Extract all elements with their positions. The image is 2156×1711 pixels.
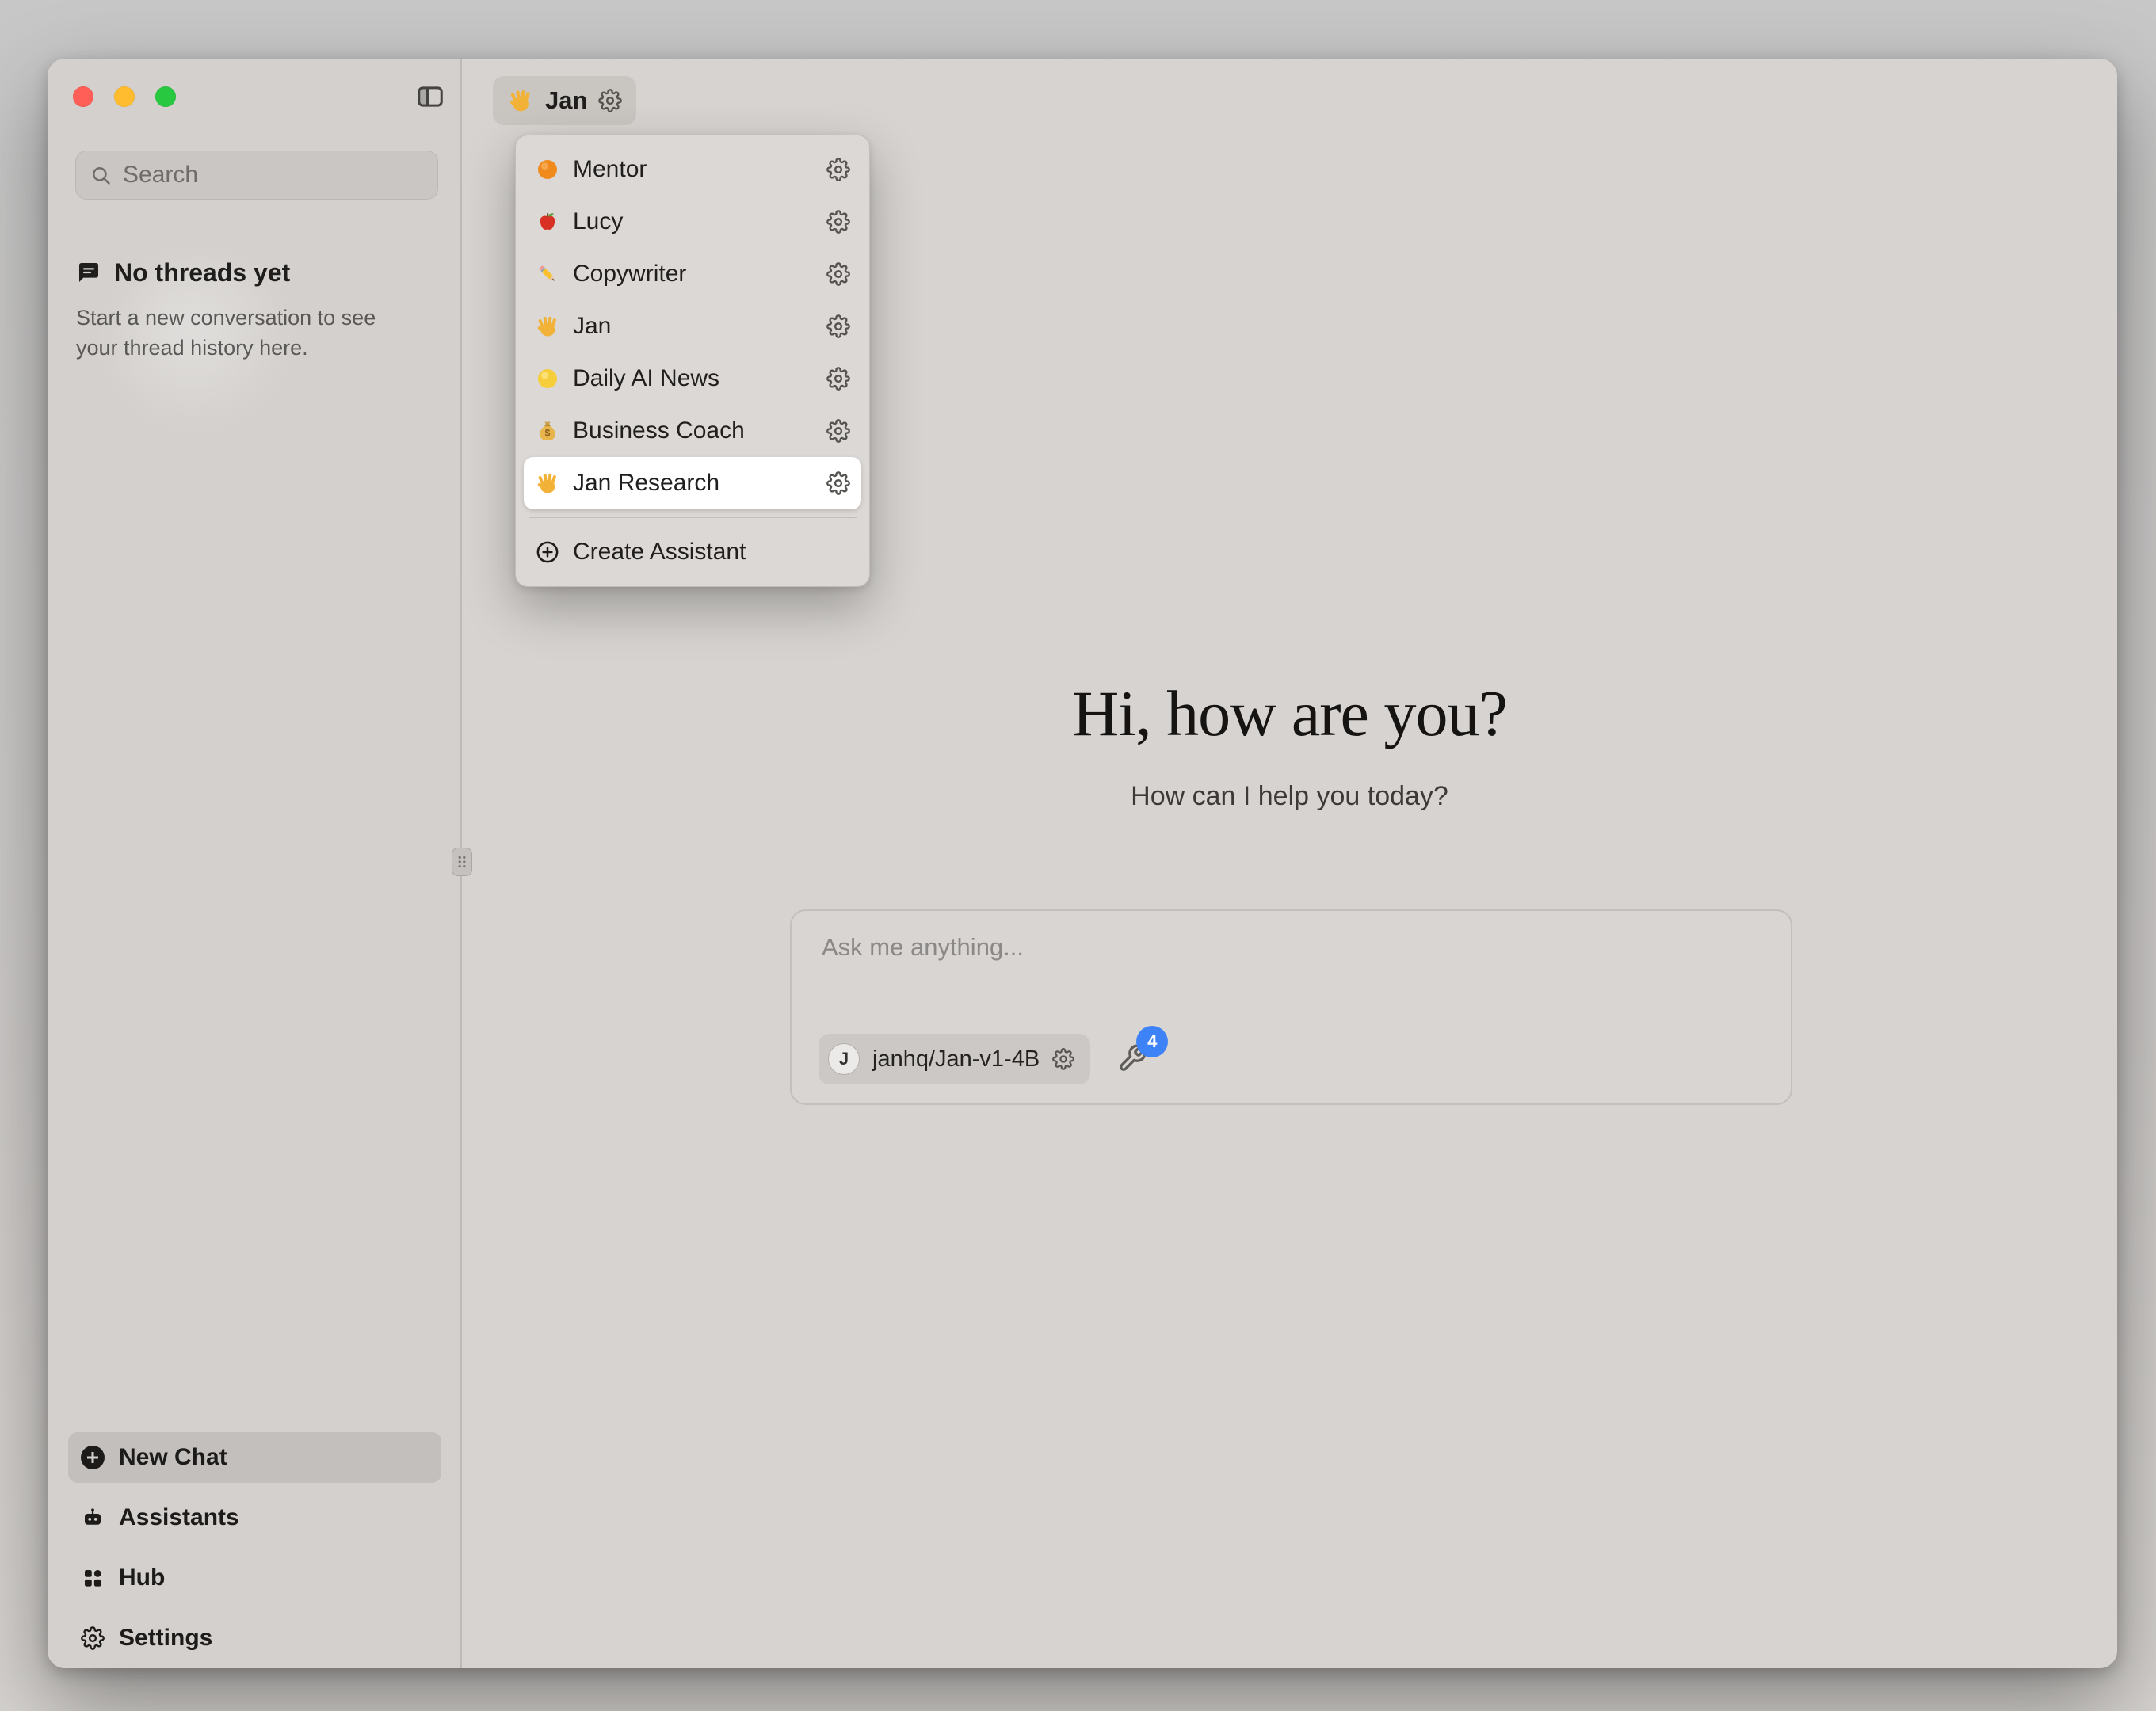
sidebar: No threads yet Start a new conversation …	[48, 59, 462, 1668]
desktop-background: No threads yet Start a new conversation …	[0, 0, 2156, 1711]
sidebar-resize-handle[interactable]	[452, 848, 472, 876]
model-selector[interactable]: J janhq/Jan-v1-4B	[819, 1034, 1090, 1084]
greeting-subtitle: How can I help you today?	[462, 781, 2117, 812]
close-button[interactable]	[73, 86, 93, 107]
sidebar-item-label: Assistants	[119, 1504, 239, 1531]
sidebar-toggle-button[interactable]	[415, 82, 445, 112]
main-area: Jan Mentor Lucy Copywriter	[462, 59, 2117, 1668]
menu-item-label: Jan	[573, 313, 814, 340]
menu-item-label: Daily AI News	[573, 365, 814, 392]
assistant-settings-icon[interactable]	[826, 314, 850, 338]
sidebar-item-settings[interactable]: Settings	[68, 1613, 441, 1663]
current-assistant-name: Jan	[545, 86, 587, 115]
assistant-menu-item-jan-research[interactable]: Jan Research	[524, 457, 861, 509]
plus-circle-icon	[81, 1446, 105, 1469]
assistant-settings-icon[interactable]	[826, 262, 850, 286]
menu-divider	[529, 517, 857, 518]
menu-item-label: Mentor	[573, 156, 814, 183]
wave-icon	[535, 471, 560, 496]
empty-threads-state: No threads yet Start a new conversation …	[76, 255, 417, 364]
plus-circle-icon	[535, 539, 560, 565]
assistant-settings-icon[interactable]	[826, 210, 850, 234]
composer: J janhq/Jan-v1-4B 4	[790, 909, 1792, 1105]
menu-item-label: Business Coach	[573, 417, 814, 444]
sidebar-item-hub[interactable]: Hub	[68, 1553, 441, 1603]
assistant-selector[interactable]: Jan	[493, 76, 636, 125]
tools-count-badge: 4	[1136, 1026, 1168, 1057]
composer-input[interactable]	[822, 933, 1761, 1020]
search-field[interactable]	[75, 151, 438, 200]
greeting: Hi, how are you? How can I help you toda…	[462, 676, 2117, 812]
menu-item-label: Jan Research	[573, 470, 814, 497]
assistant-menu-item-lucy[interactable]: Lucy	[524, 196, 861, 248]
tools-button[interactable]: 4	[1117, 1043, 1149, 1075]
model-name: janhq/Jan-v1-4B	[872, 1046, 1040, 1073]
search-icon	[90, 164, 112, 186]
wave-icon	[507, 87, 534, 114]
hub-grid-icon	[81, 1566, 105, 1590]
empty-state-title: No threads yet	[114, 258, 290, 288]
assistant-settings-gear-icon[interactable]	[598, 89, 622, 112]
sidebar-item-label: Hub	[119, 1564, 165, 1591]
window-controls	[73, 86, 176, 107]
create-assistant-button[interactable]: Create Assistant	[524, 526, 861, 578]
assistant-menu-item-jan[interactable]: Jan	[524, 300, 861, 352]
sidebar-item-label: Settings	[119, 1625, 212, 1652]
wave-icon	[535, 314, 560, 339]
apple-icon	[535, 209, 560, 234]
sidebar-nav: New Chat Assistants Hub Settings	[68, 1432, 441, 1673]
zoom-button[interactable]	[155, 86, 176, 107]
assistant-settings-icon[interactable]	[826, 158, 850, 181]
sidebar-item-label: New Chat	[119, 1444, 227, 1471]
menu-item-label: Copywriter	[573, 261, 814, 288]
assistants-robot-icon	[81, 1506, 105, 1530]
composer-toolbar: J janhq/Jan-v1-4B 4	[819, 1034, 1149, 1084]
assistant-menu: Mentor Lucy Copywriter Jan	[515, 135, 870, 587]
search-input[interactable]	[123, 162, 429, 189]
money-bag-icon	[535, 418, 560, 444]
app-window: No threads yet Start a new conversation …	[48, 59, 2117, 1668]
assistant-settings-icon[interactable]	[826, 367, 850, 391]
assistant-menu-item-daily-ai-news[interactable]: Daily AI News	[524, 352, 861, 405]
assistant-settings-icon[interactable]	[826, 419, 850, 443]
menu-item-label: Lucy	[573, 208, 814, 235]
assistant-menu-item-mentor[interactable]: Mentor	[524, 143, 861, 196]
sidebar-item-assistants[interactable]: Assistants	[68, 1492, 441, 1543]
assistant-menu-item-business-coach[interactable]: Business Coach	[524, 405, 861, 457]
orange-circle-icon	[535, 157, 560, 182]
assistant-menu-item-copywriter[interactable]: Copywriter	[524, 248, 861, 300]
settings-gear-icon	[81, 1626, 105, 1650]
model-avatar: J	[828, 1043, 860, 1075]
chat-bubble-icon	[76, 260, 101, 285]
menu-item-label: Create Assistant	[573, 539, 850, 566]
minimize-button[interactable]	[114, 86, 135, 107]
greeting-title: Hi, how are you?	[462, 676, 2117, 751]
sidebar-item-new-chat[interactable]: New Chat	[68, 1432, 441, 1483]
yellow-circle-icon	[535, 366, 560, 391]
empty-state-description: Start a new conversation to see your thr…	[76, 303, 417, 364]
panel-icon	[415, 82, 445, 112]
pencil-icon	[535, 261, 560, 287]
assistant-settings-icon[interactable]	[826, 471, 850, 495]
model-settings-gear-icon[interactable]	[1052, 1048, 1074, 1070]
